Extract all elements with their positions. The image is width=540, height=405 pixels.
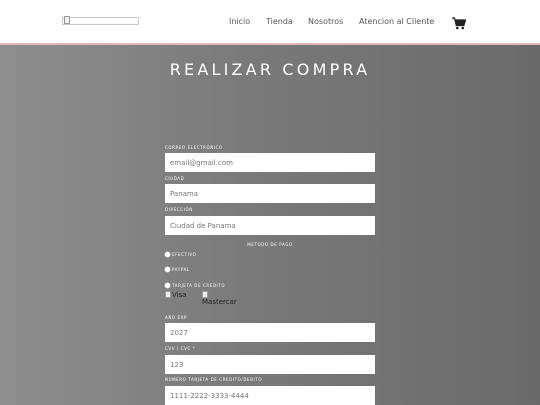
visa-image[interactable]: Visa	[165, 291, 187, 299]
broken-image-icon	[202, 291, 208, 298]
address-label: DIRECCIÓN	[165, 207, 193, 212]
mastercard-alt-text: Mastercar	[202, 298, 237, 306]
city-label: CIUDAD	[165, 176, 185, 181]
radio-tarjeta[interactable]	[165, 283, 170, 288]
card-number-label: NUMERO TARJETA DE CREDITO/DEBITO	[165, 377, 263, 382]
nav-link-atencion-cliente[interactable]: Atencion al Cliente	[359, 17, 434, 26]
radio-efectivo-label: EFECTIVO	[172, 252, 197, 257]
card-number-field[interactable]	[165, 386, 375, 405]
broken-image-icon	[64, 16, 70, 24]
nav-link-nosotros[interactable]: Nosotros	[308, 17, 343, 26]
page-title: REALIZAR COMPRA	[169, 60, 371, 79]
mastercard-image[interactable]: Mastercar	[202, 291, 237, 306]
payment-method-label: METODO DE PAGO	[247, 242, 293, 247]
address-field[interactable]	[165, 216, 375, 235]
radio-tarjeta-label: TARJETA DE CREDITO	[172, 283, 226, 288]
nav-link-inicio[interactable]: Inicio	[229, 17, 250, 26]
radio-paypal[interactable]	[165, 267, 170, 272]
top-navigation-bar: Inicio Tienda Nosotros Atencion al Clien…	[0, 0, 540, 45]
cvv-label: CVV / CVC *	[165, 346, 196, 351]
year-label: AÑO EXP	[165, 315, 188, 320]
city-field[interactable]	[165, 184, 375, 203]
year-field[interactable]	[165, 323, 375, 342]
email-field[interactable]	[165, 153, 375, 172]
radio-efectivo-row[interactable]: EFECTIVO	[165, 252, 196, 257]
logo-image[interactable]	[62, 16, 139, 25]
radio-efectivo[interactable]	[165, 252, 170, 257]
radio-tarjeta-row[interactable]: TARJETA DE CREDITO	[165, 283, 225, 288]
cvv-field[interactable]	[165, 355, 375, 374]
radio-paypal-label: PAYPAL	[172, 267, 190, 272]
email-label: CORREO ELECTRÓNICO	[165, 145, 223, 150]
broken-image-icon	[165, 291, 171, 298]
radio-paypal-row[interactable]: PAYPAL	[165, 267, 190, 272]
visa-alt-text: Visa	[172, 291, 187, 299]
nav-link-tienda[interactable]: Tienda	[266, 17, 293, 26]
shopping-cart-icon[interactable]	[452, 15, 467, 34]
